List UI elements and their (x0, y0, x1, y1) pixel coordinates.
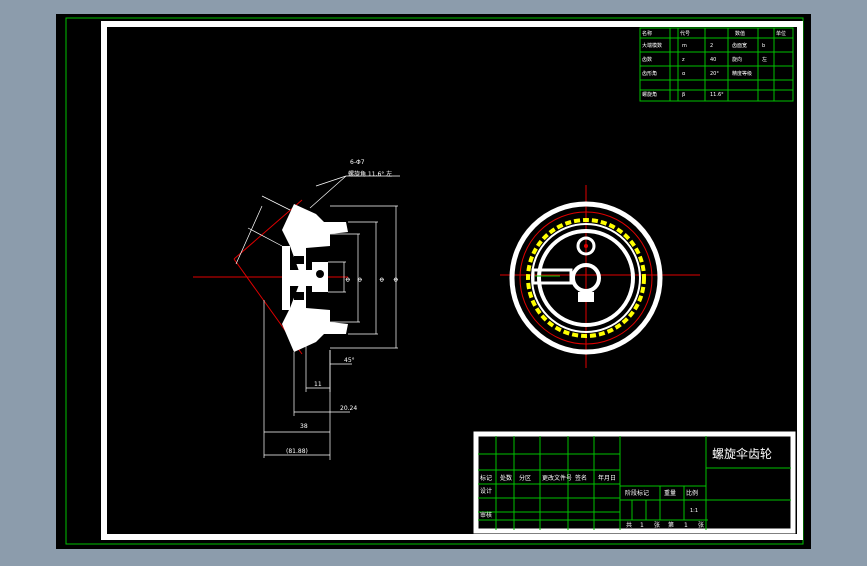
callout-chamfer: 6-Φ7 (350, 159, 365, 166)
param-r0-c4: b (762, 43, 765, 49)
param-r0-c0: 大端模数 (642, 42, 662, 49)
dim-angle: 45° (344, 357, 355, 364)
param-r1-c0: 齿数 (642, 56, 652, 63)
tb-mark: 标记 (480, 474, 492, 482)
tb-weight: 重量 (664, 489, 676, 497)
dim-offset: 20.24 (340, 405, 357, 412)
hole-center (584, 244, 588, 248)
tb-review: 审核 (480, 511, 492, 519)
callout-note: 螺旋角 11.6° 左 (348, 170, 392, 178)
param-r0-c1: m (682, 43, 687, 49)
tb-total: 1 (640, 522, 644, 529)
param-r1-c3: 旋向 (732, 56, 742, 63)
param-header-0: 名称 (642, 30, 652, 37)
sheet-background (56, 14, 811, 549)
param-r3-c1: β (682, 92, 685, 98)
tb-no-label: 第 (668, 521, 674, 529)
param-r2-c3: 精度等级 (732, 70, 752, 77)
param-r0-c3: 齿面宽 (732, 42, 747, 49)
param-header-1: 代号 (680, 30, 690, 37)
tb-count: 处数 (500, 474, 512, 482)
drawing-title: 螺旋伞齿轮 (712, 446, 772, 461)
drawing-canvas[interactable]: 名称 代号 数值 单位 大端模数 m 2 齿面宽 b 齿数 z 40 旋向 左 … (0, 0, 867, 562)
dim-w1: 11 (314, 381, 322, 388)
param-header-4: 单位 (776, 30, 786, 37)
dim-d1: Φ (379, 277, 386, 282)
param-r3-c0: 螺旋角 (642, 91, 657, 98)
tb-change-doc: 更改文件号 (542, 474, 572, 482)
tb-scale: 比例 (686, 489, 698, 497)
tb-sign: 签名 (575, 474, 587, 482)
tb-scale-value: 1:1 (690, 508, 698, 514)
dim-d2: Φ (357, 277, 364, 282)
dim-w2: 38 (300, 423, 308, 430)
dim-bore: Φ (345, 277, 352, 282)
param-r2-c2: 20° (710, 71, 719, 77)
param-r1-c4: 左 (762, 56, 767, 63)
tb-stage: 阶段标记 (625, 489, 649, 497)
dim-total: (81.88) (286, 448, 308, 455)
tb-total-label: 共 (626, 521, 632, 529)
tb-unit: 张 (654, 521, 660, 529)
tb-zone: 分区 (519, 474, 531, 482)
param-r2-c0: 齿形角 (642, 70, 657, 77)
tb-unit2: 张 (698, 521, 704, 529)
param-header-3: 数值 (735, 30, 745, 37)
param-r0-c2: 2 (710, 43, 713, 49)
tb-design: 设计 (480, 487, 492, 495)
param-r1-c2: 40 (710, 57, 716, 63)
param-r3-c2: 11.6° (710, 92, 724, 98)
cad-viewport[interactable]: 名称 代号 数值 单位 大端模数 m 2 齿面宽 b 齿数 z 40 旋向 左 … (0, 0, 867, 562)
param-r1-c1: z (682, 57, 685, 63)
hub-lug (578, 292, 594, 302)
tb-no: 1 (684, 522, 688, 529)
dim-outer-dia: Φ (393, 277, 400, 282)
tb-date: 年月日 (598, 474, 616, 482)
